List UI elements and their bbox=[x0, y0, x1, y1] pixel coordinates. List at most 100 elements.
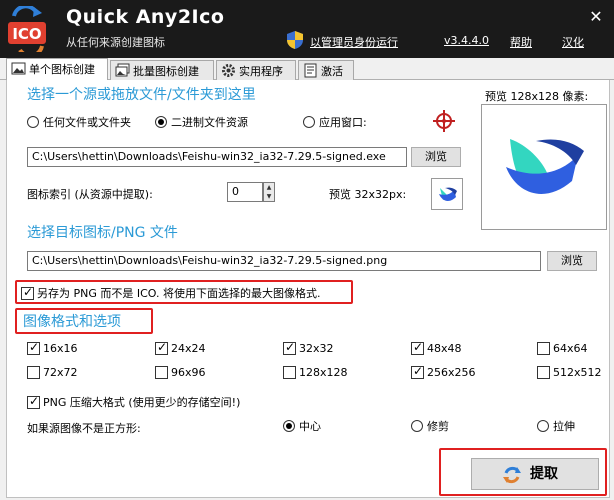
images-icon bbox=[115, 63, 130, 77]
run-as-admin-link[interactable]: 以管理员身份运行 bbox=[310, 34, 398, 50]
radio-crop[interactable]: 修剪 bbox=[411, 418, 449, 434]
radio-label: 中心 bbox=[299, 420, 321, 433]
tab-bar: 单个图标创建 批量图标创建 实用程序 激活 bbox=[0, 58, 614, 81]
tab-label: 实用程序 bbox=[239, 65, 283, 78]
help-link[interactable]: 帮助 bbox=[510, 34, 532, 50]
format-32-checkbox[interactable]: 32x32 bbox=[283, 340, 334, 355]
tab-label: 单个图标创建 bbox=[29, 63, 95, 76]
extract-button[interactable]: 提取 bbox=[471, 458, 599, 490]
checkbox-label: 72x72 bbox=[43, 366, 78, 379]
feishu-logo-icon bbox=[439, 187, 457, 201]
format-256-checkbox[interactable]: 256x256 bbox=[411, 364, 476, 379]
checkbox-label: PNG 压缩大格式 (使用更少的存储空间!) bbox=[43, 396, 241, 409]
radio-label: 拉伸 bbox=[553, 420, 575, 433]
target-section-title: 选择目标图标/PNG 文件 bbox=[27, 225, 178, 241]
app-title: Quick Any2Ico bbox=[66, 6, 225, 28]
checkbox-label: 96x96 bbox=[171, 366, 206, 379]
png-compress-checkbox[interactable]: PNG 压缩大格式 (使用更少的存储空间!) bbox=[27, 394, 240, 410]
radio-label: 二进制文件资源 bbox=[171, 116, 248, 129]
checkbox-indicator bbox=[537, 366, 550, 379]
format-48-checkbox[interactable]: 48x48 bbox=[411, 340, 462, 355]
source-path-input[interactable]: C:\Users\hettin\Downloads\Feishu-win32_i… bbox=[27, 147, 407, 167]
checkbox-label: 24x24 bbox=[171, 342, 206, 355]
language-link[interactable]: 汉化 bbox=[562, 34, 584, 50]
radio-indicator bbox=[303, 116, 315, 128]
format-72-checkbox[interactable]: 72x72 bbox=[27, 366, 78, 379]
tab-label: 激活 bbox=[321, 65, 343, 78]
formats-section-title: 图像格式和选项 bbox=[23, 314, 121, 330]
radio-indicator bbox=[411, 420, 423, 432]
svg-text:ICO: ICO bbox=[12, 25, 41, 43]
tab-activate[interactable]: 激活 bbox=[298, 60, 354, 80]
radio-binary-resource[interactable]: 二进制文件资源 bbox=[155, 114, 248, 130]
radio-stretch[interactable]: 拉伸 bbox=[537, 418, 575, 434]
save-as-png-checkbox[interactable]: 另存为 PNG 而不是 ICO. 将使用下面选择的最大图像格式. bbox=[21, 285, 321, 301]
feishu-logo-icon bbox=[506, 139, 584, 194]
crosshair-icon[interactable] bbox=[433, 110, 455, 132]
checkbox-indicator bbox=[537, 342, 550, 355]
format-512-checkbox[interactable]: 512x512 bbox=[537, 366, 602, 379]
source-browse-button[interactable]: 浏览 bbox=[411, 147, 461, 167]
checkbox-label: 64x64 bbox=[553, 342, 588, 355]
checkbox-indicator bbox=[283, 366, 296, 379]
tab-single-icon[interactable]: 单个图标创建 bbox=[6, 58, 108, 81]
format-64-checkbox[interactable]: 64x64 bbox=[537, 342, 588, 355]
app-subtitle: 从任何来源创建图标 bbox=[66, 36, 165, 49]
checkbox-indicator bbox=[155, 366, 168, 379]
title-bar: ICO Quick Any2Ico 从任何来源创建图标 以管理员身份运行 v3.… bbox=[0, 0, 614, 58]
radio-indicator bbox=[283, 420, 295, 432]
checkbox-indicator bbox=[411, 364, 424, 379]
checkbox-indicator bbox=[155, 340, 168, 355]
format-128-checkbox[interactable]: 128x128 bbox=[283, 366, 348, 379]
checkbox-indicator bbox=[27, 340, 40, 355]
close-button[interactable]: ✕ bbox=[584, 6, 608, 28]
checkbox-label: 另存为 PNG 而不是 ICO. 将使用下面选择的最大图像格式. bbox=[37, 287, 321, 300]
document-icon bbox=[304, 63, 317, 78]
spin-down-icon[interactable]: ▼ bbox=[264, 192, 274, 201]
gear-icon bbox=[222, 64, 235, 77]
preview-128-image bbox=[481, 104, 607, 230]
radio-label: 任何文件或文件夹 bbox=[43, 116, 131, 129]
checkbox-label: 256x256 bbox=[427, 366, 476, 379]
extract-label: 提取 bbox=[530, 466, 558, 482]
checkbox-label: 128x128 bbox=[299, 366, 348, 379]
icon-index-label: 图标索引 (从资源中提取): bbox=[27, 188, 153, 201]
radio-indicator bbox=[27, 116, 39, 128]
spin-up-icon[interactable]: ▲ bbox=[264, 183, 274, 192]
tab-utilities[interactable]: 实用程序 bbox=[216, 60, 296, 80]
single-icon-panel: 选择一个源或拖放文件/文件夹到这里 预览 128x128 像素: 任何文件或文件… bbox=[6, 80, 610, 498]
version-link[interactable]: v3.4.4.0 bbox=[444, 34, 489, 47]
checkbox-label: 512x512 bbox=[553, 366, 602, 379]
target-browse-button[interactable]: 浏览 bbox=[547, 251, 597, 271]
format-24-checkbox[interactable]: 24x24 bbox=[155, 340, 206, 355]
checkbox-indicator bbox=[411, 340, 424, 355]
radio-center[interactable]: 中心 bbox=[283, 418, 321, 434]
tab-batch-icon[interactable]: 批量图标创建 bbox=[110, 60, 214, 80]
checkbox-label: 16x16 bbox=[43, 342, 78, 355]
icon-index-spinner[interactable]: ▲ ▼ bbox=[263, 182, 275, 202]
tab-label: 批量图标创建 bbox=[133, 65, 199, 78]
radio-label: 应用窗口: bbox=[319, 116, 367, 129]
app-logo-icon: ICO bbox=[8, 6, 46, 52]
checkbox-label: 32x32 bbox=[299, 342, 334, 355]
radio-indicator bbox=[537, 420, 549, 432]
target-path-input[interactable]: C:\Users\hettin\Downloads\Feishu-win32_i… bbox=[27, 251, 541, 271]
checkbox-indicator bbox=[283, 340, 296, 355]
checkbox-indicator bbox=[27, 394, 40, 409]
nonsquare-label: 如果源图像不是正方形: bbox=[27, 422, 141, 435]
radio-label: 修剪 bbox=[427, 420, 449, 433]
shield-icon bbox=[287, 31, 303, 49]
format-96-checkbox[interactable]: 96x96 bbox=[155, 366, 206, 379]
preview-32-image bbox=[431, 178, 463, 210]
preview-small-label: 预览 32x32px: bbox=[329, 188, 407, 201]
checkbox-indicator bbox=[21, 285, 34, 300]
radio-app-window[interactable]: 应用窗口: bbox=[303, 114, 367, 130]
icon-index-input[interactable]: 0 bbox=[227, 182, 263, 202]
checkbox-indicator bbox=[27, 366, 40, 379]
radio-indicator bbox=[155, 116, 167, 128]
image-icon bbox=[11, 62, 26, 75]
checkbox-label: 48x48 bbox=[427, 342, 462, 355]
radio-any-file[interactable]: 任何文件或文件夹 bbox=[27, 114, 131, 130]
preview-big-label: 预览 128x128 像素: bbox=[485, 90, 589, 103]
format-16-checkbox[interactable]: 16x16 bbox=[27, 340, 78, 355]
